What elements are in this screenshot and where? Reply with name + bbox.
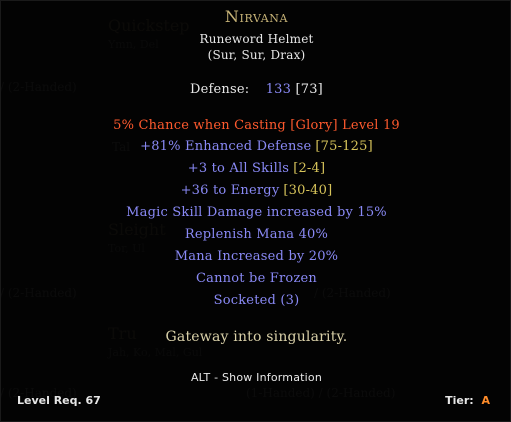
mod-line: +3 to All Skills [2-4]: [1, 161, 511, 176]
mod-text: +81% Enhanced Defense: [140, 139, 312, 154]
defense-row: Defense: 133 [73]: [1, 82, 511, 97]
mod-line: Replenish Mana 40%: [1, 227, 511, 242]
proc-line: 5% Chance when Casting [Glory] Level 19: [113, 118, 400, 133]
item-type: Runeword Helmet: [199, 32, 314, 46]
mod-line: Mana Increased by 20%: [1, 249, 511, 264]
mod-line: +36 to Energy [30-40]: [1, 183, 511, 198]
item-runes: (Sur, Sur, Drax): [207, 48, 306, 62]
level-requirement: Level Req. 67: [17, 394, 101, 407]
item-name: Nirvana: [224, 7, 289, 26]
mod-line: Socketed (3): [1, 293, 511, 308]
mod-line: Cannot be Frozen: [1, 271, 511, 286]
mod-range: [30-40]: [283, 183, 333, 198]
mod-text: Replenish Mana 40%: [184, 227, 329, 242]
mod-text: +36 to Energy: [180, 183, 280, 198]
defense-range: [73]: [295, 82, 323, 97]
mod-text: +3 to All Skills: [187, 161, 290, 176]
mod-range: [2-4]: [293, 161, 326, 176]
tier-label: Tier:: [445, 394, 474, 407]
alt-hint: ALT - Show Information: [190, 371, 323, 384]
item-tooltip: Nirvana Runeword Helmet (Sur, Sur, Drax)…: [0, 0, 511, 422]
mod-text: Socketed (3): [213, 293, 300, 308]
defense-value: 133: [265, 82, 292, 97]
mod-line: +81% Enhanced Defense [75-125]: [1, 139, 511, 154]
mod-range: [75-125]: [315, 139, 373, 154]
mod-text: Cannot be Frozen: [196, 271, 317, 286]
mod-line: Magic Skill Damage increased by 15%: [1, 205, 511, 220]
tier-row: Tier: A: [445, 394, 490, 407]
mod-text: Mana Increased by 20%: [174, 249, 339, 264]
defense-label: Defense:: [190, 82, 250, 97]
tier-value: A: [481, 394, 490, 407]
flavor-text: Gateway into singularity.: [165, 329, 348, 345]
mod-text: Magic Skill Damage increased by 15%: [126, 205, 387, 220]
